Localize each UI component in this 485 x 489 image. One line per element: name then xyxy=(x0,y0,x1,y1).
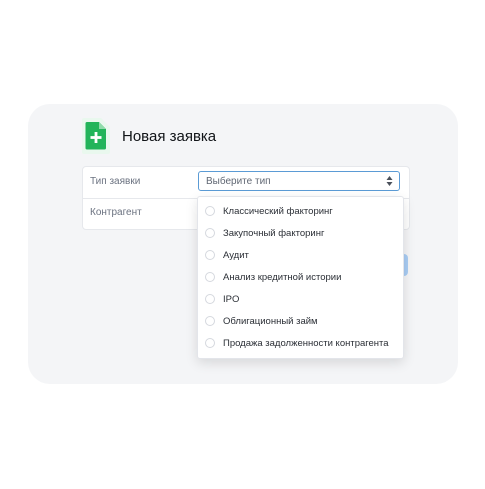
option-label: Закупочный факторинг xyxy=(223,228,325,239)
option-label: Облигационный займ xyxy=(223,316,318,327)
radio-button[interactable] xyxy=(205,338,215,348)
option-classic-factoring[interactable]: Классический факторинг xyxy=(198,202,403,222)
option-debt-sale[interactable]: Продажа задолженности контрагента xyxy=(198,334,403,354)
option-label: Аудит xyxy=(223,250,249,261)
option-label: Классический факторинг xyxy=(223,206,333,217)
radio-button[interactable] xyxy=(205,250,215,260)
card-header: Новая заявка xyxy=(82,118,216,154)
option-credit-history[interactable]: Анализ кредитной истории xyxy=(198,268,403,288)
option-label: Анализ кредитной истории xyxy=(223,272,342,283)
radio-button[interactable] xyxy=(205,294,215,304)
type-label: Тип заявки xyxy=(90,176,141,187)
option-audit[interactable]: Аудит xyxy=(198,246,403,266)
radio-button[interactable] xyxy=(205,228,215,238)
type-select-placeholder: Выберите тип xyxy=(206,176,271,187)
option-purchase-factoring[interactable]: Закупочный факторинг xyxy=(198,224,403,244)
radio-button[interactable] xyxy=(205,272,215,282)
document-add-icon xyxy=(82,118,110,154)
radio-button[interactable] xyxy=(205,206,215,216)
sort-arrows-icon xyxy=(386,176,393,186)
option-label: IPO xyxy=(223,294,240,305)
type-dropdown-menu: Классический факторинг Закупочный фактор… xyxy=(197,196,404,359)
page-title: Новая заявка xyxy=(122,127,217,145)
type-select[interactable]: Выберите тип xyxy=(198,171,400,191)
radio-button[interactable] xyxy=(205,316,215,326)
form-row-type: Тип заявки Выберите тип xyxy=(83,167,409,199)
option-label: Продажа задолженности контрагента xyxy=(223,338,389,349)
option-bond-loan[interactable]: Облигационный займ xyxy=(198,312,403,332)
counterparty-label: Контрагент xyxy=(90,207,142,218)
option-ipo[interactable]: IPO xyxy=(198,290,403,310)
